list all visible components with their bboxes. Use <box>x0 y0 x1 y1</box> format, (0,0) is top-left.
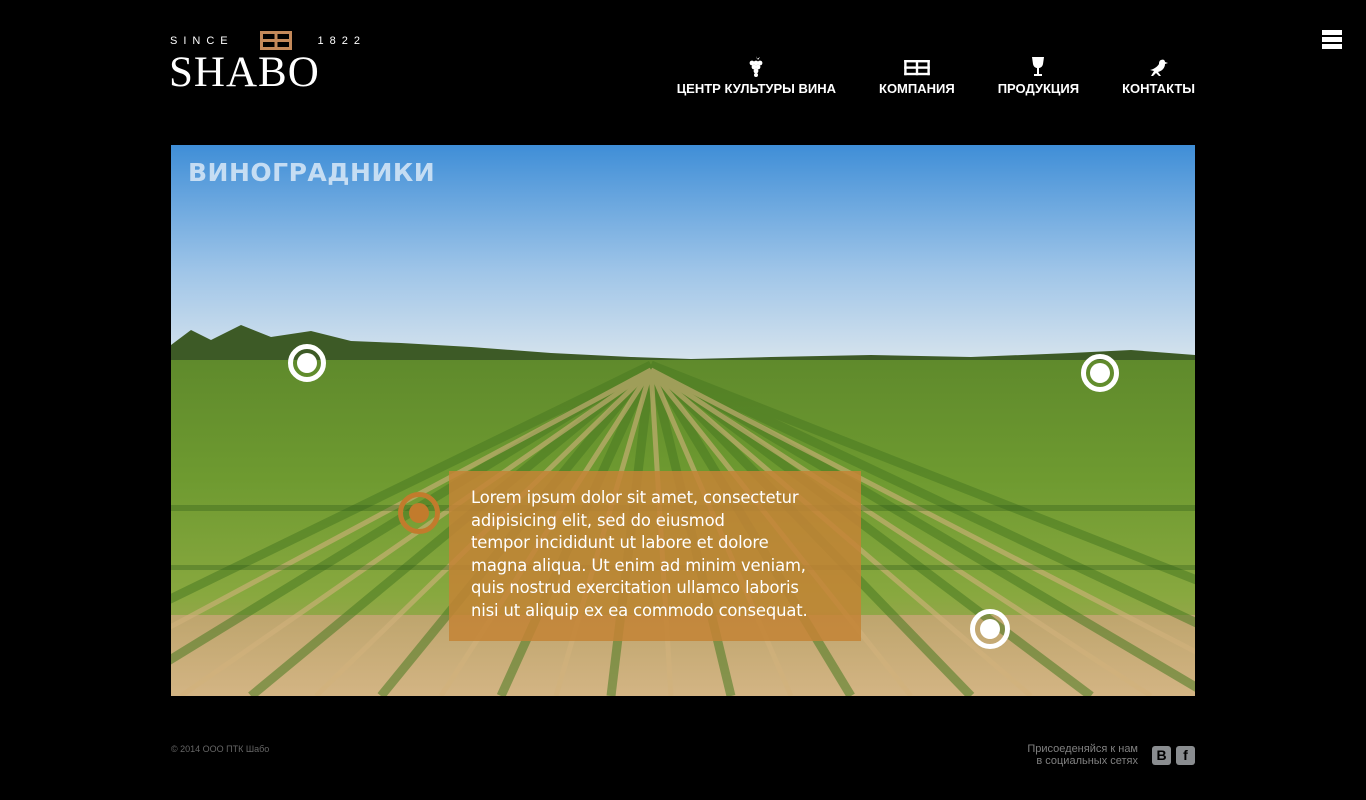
hotspot-marker[interactable] <box>970 609 1010 649</box>
logo-since-text: SINCE <box>170 35 234 47</box>
vineyard-hero: ВИНОГРАДНИКИ Lorem ipsum dolor sit amet,… <box>171 145 1195 696</box>
social-caption: Присоеденяйся к нам в социальных сетях <box>1027 743 1138 767</box>
brand-logo[interactable]: SINCE 1822 SHABO <box>169 30 370 96</box>
logo-year-text: 1822 <box>317 35 366 47</box>
hamburger-menu-icon[interactable] <box>1322 30 1342 50</box>
nav-label: КОМПАНИЯ <box>879 81 955 96</box>
menu-bar <box>1322 30 1342 35</box>
shabo-emblem-icon <box>259 31 292 51</box>
grapes-icon <box>747 56 765 80</box>
info-text: Lorem ipsum dolor sit amet, consectetur … <box>471 488 808 620</box>
hotspot-marker-active[interactable] <box>398 492 440 534</box>
social-caption-line1: Присоеденяйся к нам <box>1027 743 1138 755</box>
hotspot-marker[interactable] <box>288 344 326 382</box>
menu-bar <box>1322 44 1342 49</box>
copyright: © 2014 ООО ПТК Шабо <box>171 744 270 754</box>
nav-label: ЦЕНТР КУЛЬТУРЫ ВИНА <box>676 81 837 96</box>
hero-title: ВИНОГРАДНИКИ <box>188 158 436 187</box>
bird-icon <box>1149 56 1169 80</box>
hotspot-marker[interactable] <box>1081 354 1119 392</box>
wine-glass-icon <box>1030 56 1046 80</box>
social-links: В f <box>1147 746 1195 765</box>
facebook-icon[interactable]: f <box>1176 746 1195 765</box>
logo-tagline: SINCE 1822 <box>170 31 366 51</box>
social-caption-line2: в социальных сетях <box>1036 755 1138 767</box>
nav-label: ПРОДУКЦИЯ <box>997 81 1080 96</box>
logo-wordmark: SHABO <box>169 49 320 96</box>
nav-label: КОНТАКТЫ <box>1122 81 1195 96</box>
nav-item-company[interactable]: КОМПАНИЯ <box>879 52 955 96</box>
nav-item-wine-culture[interactable]: ЦЕНТР КУЛЬТУРЫ ВИНА <box>677 52 836 96</box>
shabo-emblem-icon <box>904 56 930 80</box>
vk-icon[interactable]: В <box>1152 746 1171 765</box>
nav-item-contacts[interactable]: КОНТАКТЫ <box>1122 52 1195 96</box>
nav-item-products[interactable]: ПРОДУКЦИЯ <box>998 52 1079 96</box>
hotspot-info-box: Lorem ipsum dolor sit amet, consectetur … <box>449 471 861 641</box>
main-nav: ЦЕНТР КУЛЬТУРЫ ВИНА КОМПАНИЯ ПРОДУКЦИЯ К… <box>677 52 1195 96</box>
menu-bar <box>1322 37 1342 42</box>
